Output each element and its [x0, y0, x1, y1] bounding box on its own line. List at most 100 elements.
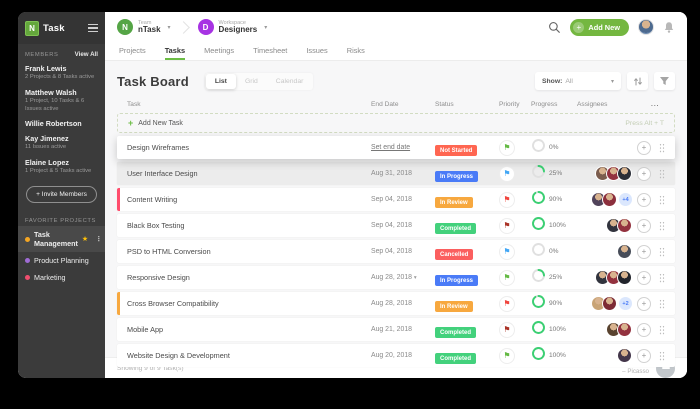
row-kebab-menu-icon[interactable]: [659, 194, 665, 205]
assignee-avatar[interactable]: [617, 244, 632, 259]
workspace-selector[interactable]: D Workspace Designers ▾: [197, 19, 267, 35]
member-list-item[interactable]: Matthew Walsh 1 Project, 10 Tasks & 6 Iss…: [25, 88, 98, 114]
search-icon[interactable]: [548, 21, 561, 34]
user-avatar[interactable]: [638, 19, 654, 35]
progress-percent: 100%: [549, 326, 566, 333]
project-name: Task Management: [34, 230, 78, 249]
priority-flag-button[interactable]: ⚑: [499, 347, 515, 364]
view-list-button[interactable]: List: [205, 73, 236, 89]
extra-assignees-chip[interactable]: +4: [619, 193, 632, 206]
favorite-project-item[interactable]: Marketing: [18, 269, 105, 286]
invite-members-button[interactable]: + Invite Members: [26, 186, 97, 204]
tab-meetings[interactable]: Meetings: [204, 42, 234, 60]
bell-icon[interactable]: [663, 21, 675, 34]
sidebar: N Task MEMBERS View All Frank Lewis 2 Pro…: [18, 12, 105, 378]
add-assignee-button[interactable]: +: [637, 218, 651, 233]
assignee-avatar[interactable]: [602, 192, 617, 207]
task-row[interactable]: Content Writing Sep 04, 2018 In Review ⚑ 90%…: [117, 188, 675, 211]
member-list-item[interactable]: Frank Lewis 2 Projects & 8 Tasks active: [25, 64, 98, 82]
progress-ring: [531, 164, 546, 184]
member-list-item[interactable]: Elaine Lopez 1 Project & 5 Tasks active: [25, 158, 98, 176]
column-header-priority: Priority: [499, 101, 520, 108]
view-calendar-button[interactable]: Calendar: [267, 74, 313, 89]
view-grid-button[interactable]: Grid: [236, 74, 267, 89]
filter-button[interactable]: [654, 72, 675, 90]
add-new-button[interactable]: + Add New: [570, 18, 629, 36]
priority-flag-button[interactable]: ⚑: [499, 321, 515, 338]
row-kebab-menu-icon[interactable]: [659, 324, 665, 335]
tab-bar: Projects Tasks Meetings Timesheet Issues Risk…: [105, 42, 687, 61]
priority-flag-button[interactable]: ⚑: [499, 191, 515, 208]
hamburger-menu-icon[interactable]: [88, 23, 98, 33]
priority-flag-button[interactable]: ⚑: [499, 217, 515, 234]
flag-icon: ⚑: [503, 246, 511, 256]
row-kebab-menu-icon[interactable]: [659, 246, 665, 257]
add-assignee-button[interactable]: +: [637, 140, 651, 155]
task-end-date: Aug 20, 2018: [371, 352, 412, 359]
add-assignee-button[interactable]: +: [637, 296, 651, 311]
members-list: Frank Lewis 2 Projects & 8 Tasks active Ma…: [25, 64, 98, 176]
task-title: Content Writing: [127, 195, 178, 204]
favorite-project-item[interactable]: Task Management ★ ⋮: [18, 226, 105, 253]
row-kebab-menu-icon[interactable]: [659, 298, 665, 309]
add-new-task-row[interactable]: + Add New Task Press Alt + T: [117, 113, 675, 133]
add-assignee-button[interactable]: +: [637, 166, 651, 181]
task-row[interactable]: Black Box Testing Sep 04, 2018 Completed ⚑ 1…: [117, 214, 675, 237]
column-header-assignees: Assignees: [577, 101, 608, 108]
content-area: Task Board List Grid Calendar Show: All ▾: [105, 61, 687, 367]
tab-risks[interactable]: Risks: [347, 42, 365, 60]
priority-flag-button[interactable]: ⚑: [499, 139, 515, 156]
row-kebab-menu-icon[interactable]: [659, 350, 665, 361]
row-kebab-menu-icon[interactable]: [659, 142, 665, 153]
member-list-item[interactable]: Kay Jimenez 11 Issues active: [25, 134, 98, 152]
kebab-menu-icon[interactable]: ⋮: [95, 235, 102, 243]
add-assignee-button[interactable]: +: [637, 270, 651, 285]
show-filter-dropdown[interactable]: Show: All ▾: [535, 72, 621, 90]
task-row[interactable]: Responsive Design Aug 28, 2018 ▾ In Progre…: [117, 266, 675, 289]
tab-issues[interactable]: Issues: [306, 42, 327, 60]
row-kebab-menu-icon[interactable]: [659, 272, 665, 283]
task-row[interactable]: Design Wireframes Set end date Not Started…: [117, 136, 675, 159]
extra-assignees-chip[interactable]: +2: [619, 297, 632, 310]
assignees-cell: +: [577, 140, 651, 155]
assignee-avatar[interactable]: [617, 270, 632, 285]
column-options-icon[interactable]: ...: [651, 101, 665, 108]
team-selector[interactable]: N Team nTask ▾: [117, 19, 171, 35]
priority-flag-button[interactable]: ⚑: [499, 243, 515, 260]
member-list-item[interactable]: Willie Robertson: [25, 119, 98, 128]
priority-flag-button[interactable]: ⚑: [499, 295, 515, 312]
tab-timesheet[interactable]: Timesheet: [253, 42, 287, 60]
row-kebab-menu-icon[interactable]: [659, 168, 665, 179]
priority-flag-button[interactable]: ⚑: [499, 165, 515, 182]
add-assignee-button[interactable]: +: [637, 192, 651, 207]
assignee-avatar[interactable]: [617, 166, 632, 181]
status-badge: Completed: [435, 223, 477, 234]
priority-flag-button[interactable]: ⚑: [499, 269, 515, 286]
assignee-avatar[interactable]: [602, 296, 617, 311]
task-end-date: Aug 28, 2018: [371, 300, 412, 307]
task-end-date: Aug 31, 2018: [371, 170, 412, 177]
task-end-date[interactable]: Set end date: [371, 144, 435, 151]
assignee-avatar[interactable]: [617, 218, 632, 233]
assignee-avatar[interactable]: [617, 348, 632, 363]
task-row[interactable]: PSD to HTML Conversion Sep 04, 2018 Cancel…: [117, 240, 675, 263]
tab-projects[interactable]: Projects: [119, 42, 146, 60]
view-all-link[interactable]: View All: [75, 51, 98, 58]
task-row[interactable]: Website Design & Development Aug 20, 2018…: [117, 344, 675, 367]
task-row[interactable]: User Interface Design Aug 31, 2018 In Prog…: [117, 162, 675, 185]
add-assignee-button[interactable]: +: [637, 348, 651, 363]
plus-icon: +: [573, 21, 585, 33]
tab-tasks[interactable]: Tasks: [164, 42, 186, 60]
column-header-end-date: End Date: [371, 101, 399, 108]
sort-button[interactable]: [627, 72, 648, 90]
add-assignee-button[interactable]: +: [637, 322, 651, 337]
task-row[interactable]: Cross Browser Compatibility Aug 28, 2018 I…: [117, 292, 675, 315]
row-kebab-menu-icon[interactable]: [659, 220, 665, 231]
star-icon[interactable]: ★: [82, 235, 88, 243]
status-badge: Not Started: [435, 145, 478, 156]
progress-ring: [531, 138, 546, 158]
favorite-project-item[interactable]: Product Planning: [18, 252, 105, 269]
task-row[interactable]: Mobile App Aug 21, 2018 Completed ⚑ 100% +: [117, 318, 675, 341]
assignee-avatar[interactable]: [617, 322, 632, 337]
add-assignee-button[interactable]: +: [637, 244, 651, 259]
